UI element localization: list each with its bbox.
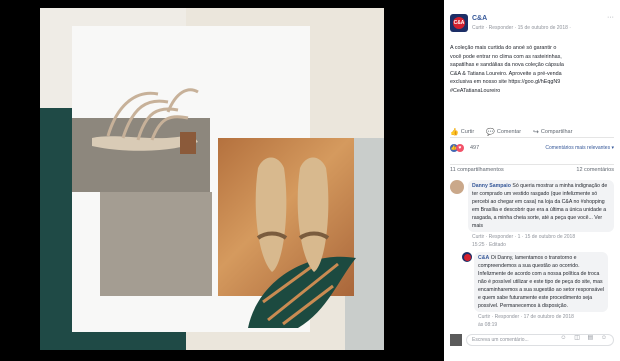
comments-count[interactable]: 12 comentários: [576, 167, 614, 173]
post-photo[interactable]: [40, 8, 384, 350]
comment-button[interactable]: 💬 Comentar: [486, 126, 521, 137]
post-header: C&A C&A Curtir · Responder · 15 de outub…: [450, 14, 614, 34]
avatar: [450, 334, 462, 346]
reply-meta[interactable]: Curtir · Responder · 17 de outubro de 20…: [478, 314, 574, 320]
reactions-count[interactable]: 497: [470, 145, 479, 151]
ca-logo-icon: [463, 253, 471, 261]
post-caption: A coleção mais curtida do anoé só garant…: [450, 45, 564, 94]
flats-illustration: [255, 157, 330, 272]
comment-author[interactable]: Danny Sampaio: [472, 183, 511, 189]
pedestal-front: [100, 192, 212, 296]
comment-composer: Escreva um comentário... ☺ ◫ ▤ ☺: [450, 332, 614, 348]
shares-count[interactable]: 11 compartilhamentos: [450, 167, 504, 173]
post-timestamp[interactable]: Curtir · Responder · 15 de outubro de 20…: [472, 25, 571, 31]
share-icon: ↪: [533, 128, 539, 136]
more-options-icon[interactable]: ···: [607, 14, 614, 21]
reply-author[interactable]: C&A: [478, 255, 489, 261]
comment-label: Comentar: [496, 128, 522, 135]
ca-logo-icon: C&A: [453, 17, 465, 29]
reply-text: Oi Danny, lamentamos o transtorno e comp…: [478, 255, 605, 309]
reply-bubble: C&A Oi Danny, lamentamos o transtorno e …: [474, 252, 608, 312]
photo-viewer: [0, 0, 444, 361]
share-button[interactable]: ↪ Compartilhar: [533, 126, 572, 137]
like-label: Curtir: [460, 128, 475, 135]
comment-bubble: Danny Sampaio Só queria mostrar a minha …: [468, 180, 614, 232]
thumbs-up-icon: 👍: [450, 128, 459, 136]
share-label: Compartilhar: [540, 128, 573, 135]
comment-icon: 💬: [486, 128, 495, 136]
sandal-illustration: [92, 88, 199, 154]
page-name[interactable]: C&A: [472, 15, 487, 22]
ca-avatar[interactable]: [462, 252, 472, 262]
reply-meta-time: às 08:19: [478, 322, 498, 328]
comment-text: Só queria mostrar a minha indignação de …: [472, 183, 608, 229]
avatar[interactable]: [450, 180, 464, 194]
comment-sort-dropdown[interactable]: Comentários mais relevantes ▾: [545, 145, 614, 151]
post-actions: 👍 Curtir 💬 Comentar ↪ Compartilhar: [450, 126, 614, 138]
love-reaction-icon: ♥: [456, 144, 464, 152]
post-sidebar: C&A C&A Curtir · Responder · 15 de outub…: [444, 0, 620, 361]
like-button[interactable]: 👍 Curtir: [450, 126, 474, 137]
comment-meta[interactable]: Curtir · Responder · 1 · 15 de outubro d…: [472, 234, 575, 240]
reactions-bar: 👍 ♥ 497 Comentários mais relevantes ▾: [450, 144, 614, 156]
reaction-icons[interactable]: 👍 ♥: [450, 144, 464, 152]
engagement-counts: 11 compartilhamentos 12 comentários: [450, 164, 614, 176]
composer-icons[interactable]: ☺ ◫ ▤ ☺: [560, 334, 610, 341]
comment-meta-time: 15:25 · Editado: [472, 242, 506, 248]
page-avatar[interactable]: C&A: [450, 14, 468, 32]
